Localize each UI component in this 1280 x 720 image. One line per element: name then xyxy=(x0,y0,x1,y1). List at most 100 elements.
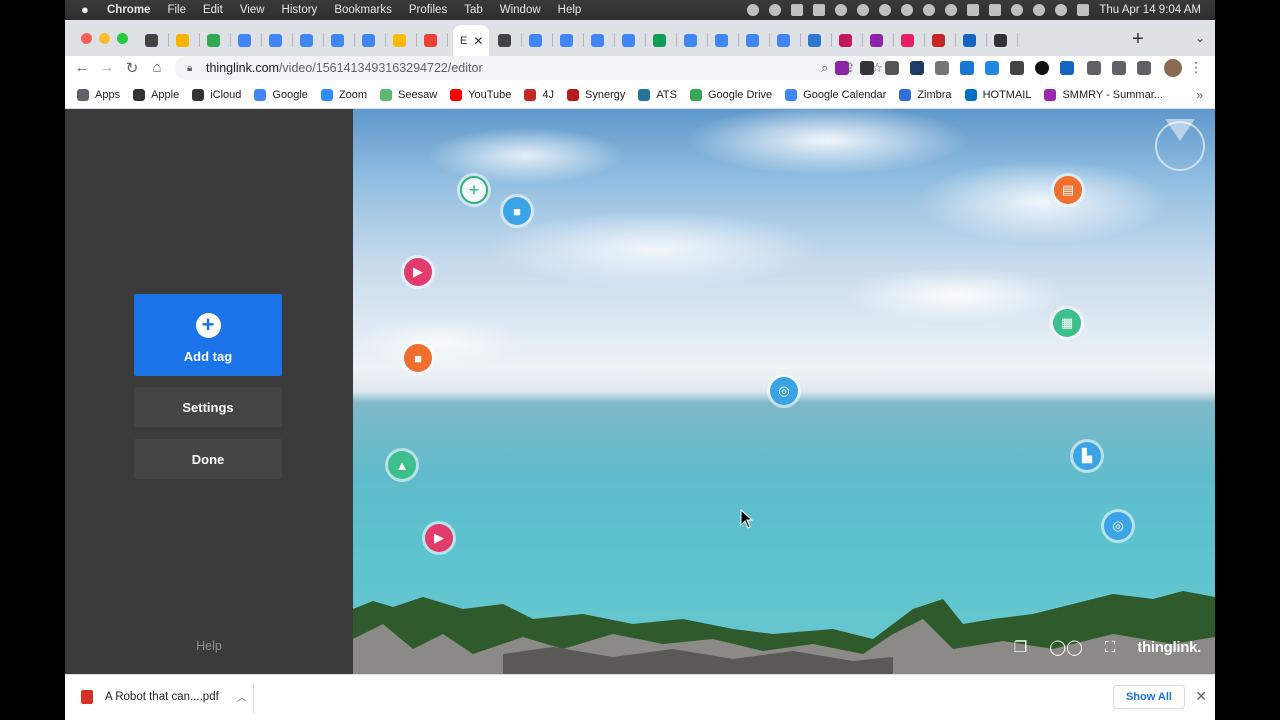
help-link[interactable]: Help xyxy=(65,639,353,653)
new-tab-button[interactable]: + xyxy=(1128,28,1148,51)
more-bookmarks-icon[interactable]: » xyxy=(1196,88,1203,102)
bookmark-item[interactable]: Google xyxy=(254,89,308,101)
hotspot-plus-icon[interactable]: + xyxy=(460,176,488,204)
bookmark-item[interactable]: Seesaw xyxy=(380,89,437,101)
menu-bookmarks[interactable]: Bookmarks xyxy=(334,4,392,16)
gear-icon[interactable] xyxy=(835,4,848,16)
user-icon[interactable] xyxy=(1033,4,1046,16)
menu-file[interactable]: File xyxy=(167,4,186,16)
reload-button[interactable]: ↻ xyxy=(123,59,141,77)
tab-search-chevron-icon[interactable]: ⌄ xyxy=(1195,31,1205,45)
close-download-bar-icon[interactable]: ✕ xyxy=(1195,688,1207,705)
tab[interactable] xyxy=(994,29,1018,51)
hotspot-book-icon[interactable]: ▤ xyxy=(1054,176,1082,204)
bookmark-item[interactable]: Google Calendar xyxy=(785,89,886,101)
tab[interactable] xyxy=(238,29,262,51)
minimize-window-button[interactable] xyxy=(99,33,110,44)
tab[interactable] xyxy=(362,29,386,51)
extension-screen-icon[interactable] xyxy=(910,61,924,75)
tab[interactable] xyxy=(963,29,987,51)
play-status-icon[interactable] xyxy=(857,4,870,16)
tab[interactable] xyxy=(715,29,739,51)
tab[interactable] xyxy=(901,29,925,51)
chrome-menu-icon[interactable]: ⋮ xyxy=(1189,59,1203,76)
bookmark-item[interactable]: Google Drive xyxy=(689,89,772,101)
volume-icon[interactable] xyxy=(923,4,936,16)
close-window-button[interactable] xyxy=(81,33,92,44)
hotspot-video-icon[interactable]: ■ xyxy=(503,197,531,225)
back-button[interactable]: ← xyxy=(73,59,91,76)
reading-list-icon[interactable] xyxy=(1112,61,1126,75)
tab[interactable] xyxy=(269,29,293,51)
shield-icon[interactable] xyxy=(813,4,826,16)
extension-off-icon[interactable] xyxy=(1060,61,1074,75)
tab[interactable] xyxy=(498,29,522,51)
tab[interactable] xyxy=(393,29,417,51)
lock-icon[interactable]: 🔒︎ xyxy=(187,63,196,74)
add-tag-button[interactable]: + Add tag xyxy=(134,294,282,376)
panorama-scene[interactable]: + ■ ▶ ■ ◎ ▤ ▦ ▲ ▙ ◎ ▶ ❐ ◯◯ ⛶ thinglink. xyxy=(353,109,1215,674)
copy-icon[interactable]: ❐ xyxy=(1014,638,1027,656)
hotspot-play-icon[interactable]: ▶ xyxy=(404,258,432,286)
tab[interactable] xyxy=(560,29,584,51)
bookmark-item[interactable]: HOTMAIL xyxy=(964,89,1031,101)
extension-d-icon[interactable] xyxy=(960,61,974,75)
wifi-icon[interactable] xyxy=(1011,4,1024,16)
airdrop-icon[interactable] xyxy=(901,4,914,16)
tab[interactable] xyxy=(684,29,708,51)
profile-avatar[interactable] xyxy=(1164,59,1182,77)
tab[interactable] xyxy=(424,29,448,51)
tab[interactable] xyxy=(932,29,956,51)
bookmark-item[interactable]: SMMRY - Summar... xyxy=(1044,89,1163,101)
tab[interactable] xyxy=(591,29,615,51)
hotspot-grid-icon[interactable]: ▦ xyxy=(1053,309,1081,337)
tab[interactable] xyxy=(207,29,231,51)
extension-gear-icon[interactable] xyxy=(885,61,899,75)
tab[interactable] xyxy=(176,29,200,51)
menu-tab[interactable]: Tab xyxy=(464,4,483,16)
close-tab-icon[interactable]: ✕ xyxy=(473,34,483,48)
bookmark-item[interactable]: ATS xyxy=(638,89,677,101)
hotspot-play-icon[interactable]: ▶ xyxy=(425,524,453,552)
settings-button[interactable]: Settings xyxy=(134,387,282,427)
chevron-up-icon[interactable]: ︿ xyxy=(237,689,247,704)
menu-view[interactable]: View xyxy=(240,4,265,16)
menu-history[interactable]: History xyxy=(282,4,318,16)
thinglink-logo[interactable]: thinglink. xyxy=(1137,639,1201,656)
tab[interactable] xyxy=(622,29,646,51)
apple-menu-icon[interactable]: ● xyxy=(81,3,95,17)
extension-blue-icon[interactable] xyxy=(985,61,999,75)
active-tab[interactable]: E ✕ xyxy=(453,25,489,56)
tab[interactable] xyxy=(839,29,863,51)
tab[interactable] xyxy=(746,29,770,51)
extensions-puzzle-icon[interactable] xyxy=(1087,61,1101,75)
bookmark-item[interactable]: YouTube xyxy=(450,89,511,101)
extension-puzzle-purple-icon[interactable] xyxy=(835,61,849,75)
forward-button[interactable]: → xyxy=(98,59,116,76)
tab[interactable] xyxy=(777,29,801,51)
compass-indicator[interactable] xyxy=(1155,119,1205,171)
tab[interactable] xyxy=(529,29,553,51)
bookmark-item[interactable]: Synergy xyxy=(567,89,625,101)
side-panel-icon[interactable] xyxy=(1137,61,1151,75)
sync-icon[interactable] xyxy=(769,4,782,16)
tab[interactable] xyxy=(870,29,894,51)
home-button[interactable]: ⌂ xyxy=(148,59,166,76)
menu-edit[interactable]: Edit xyxy=(203,4,223,16)
extension-circle-icon[interactable] xyxy=(1035,61,1049,75)
bookmark-item[interactable]: Zimbra xyxy=(899,89,952,101)
show-all-button[interactable]: Show All xyxy=(1112,685,1185,709)
tab[interactable] xyxy=(331,29,355,51)
download-item[interactable]: A Robot that can....pdf ︿ xyxy=(81,689,247,704)
bookmark-item[interactable]: 4J xyxy=(524,89,554,101)
bookmark-item[interactable]: Apple xyxy=(133,89,179,101)
clock[interactable]: Thu Apr 14 9:04 AM xyxy=(1099,4,1201,16)
menu-window[interactable]: Window xyxy=(500,4,541,16)
vr-goggles-icon[interactable]: ◯◯ xyxy=(1049,638,1083,656)
extension-gray-icon[interactable] xyxy=(935,61,949,75)
battery-icon[interactable] xyxy=(989,4,1002,16)
record-icon[interactable] xyxy=(747,4,760,16)
extension-b-icon[interactable] xyxy=(791,4,804,16)
menu-chrome[interactable]: Chrome xyxy=(107,4,150,16)
tab[interactable] xyxy=(653,29,677,51)
